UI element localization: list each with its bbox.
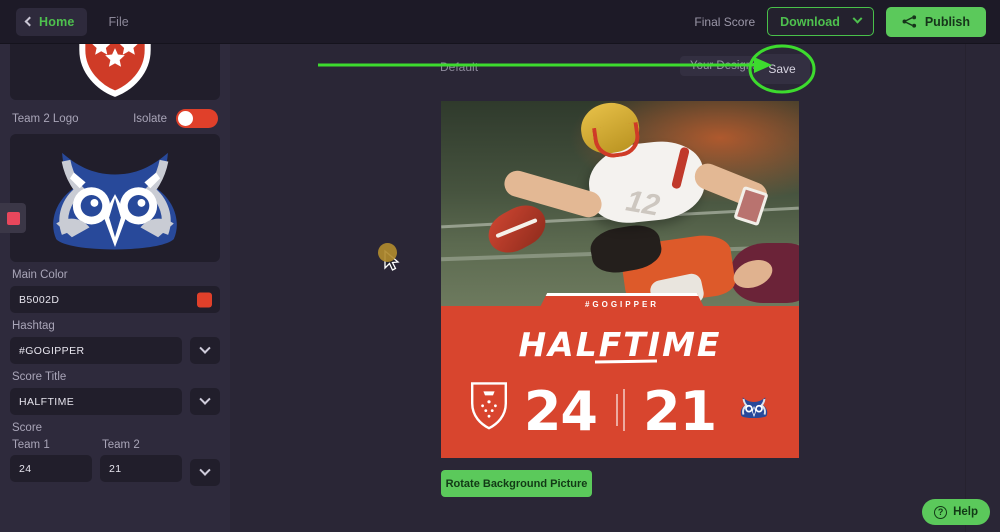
design-card[interactable]: 12 #GOGIPPER HALFTIME 24 21 [441,101,799,458]
scoreboard-panel: HALFTIME 24 21 [441,307,799,458]
team2-score-input[interactable]: 21 [100,455,182,482]
top-bar: Home File Final Score Download Publish [0,0,1000,44]
graphic-score-title: HALFTIME [441,325,799,364]
home-button-label: Home [39,14,75,29]
hashtag-label: Hashtag [12,320,55,332]
team2-score-column: Team 2 21 [100,439,182,486]
chevron-down-icon [199,342,211,354]
isolate-toggle-knob [178,111,193,126]
score-title-input[interactable]: HALFTIME [10,388,182,415]
blue-owl-head-icon [53,152,177,250]
score-title-value: HALFTIME [19,395,75,408]
hashtag-banner-line [545,293,699,296]
chevron-left-icon [24,16,35,27]
file-menu[interactable]: File [109,15,129,29]
download-button-label: Download [780,14,840,29]
chevron-down-icon[interactable] [852,13,863,24]
main-color-value: B5002D [19,293,60,306]
hashtag-input[interactable]: #GOGIPPER [10,337,182,364]
score-dropdown-button[interactable] [190,459,220,486]
score-dropdown-wrap [190,439,220,486]
team2-logo-label: Team 2 Logo [12,112,79,125]
share-icon [902,15,916,28]
home-button[interactable]: Home [16,7,87,36]
edge-color-swatch [6,211,20,225]
team1-score-column: Team 1 24 [10,439,92,486]
help-button-label: Help [953,506,978,518]
red-shield-with-stars-icon [79,44,151,97]
score-divider [597,388,643,431]
hashtag-row: #GOGIPPER [10,337,220,364]
main-color-swatch[interactable] [197,292,212,307]
main-color-input[interactable]: B5002D [10,286,220,313]
final-score-label: Final Score [694,14,756,29]
team2-label: Team 2 [102,439,140,451]
canvas-header: Default Your Designs Save [230,44,965,90]
team1-label: Team 1 [12,439,50,451]
right-panel-strip [965,44,1000,532]
graphic-team2-logo [740,397,768,419]
team1-logo-preview[interactable] [10,44,220,100]
hashtag-dropdown-button[interactable] [190,337,220,364]
left-sidebar[interactable]: Team 2 Logo Isolate Main Color B5002D Ha… [0,44,230,532]
divider-bar [615,393,618,426]
download-button[interactable]: Download [767,7,874,36]
score-columns: Team 1 24 Team 2 21 [10,439,220,486]
isolate-control: Isolate [133,109,218,128]
team2-logo-header: Team 2 Logo Isolate [12,109,218,128]
graphic-hashtag: #GOGIPPER [584,300,660,309]
question-mark-icon: ? [934,505,948,519]
score-title-label: Score Title [12,371,67,383]
hashtag-banner: #GOGIPPER [537,293,707,313]
publish-button-label: Publish [924,14,970,29]
score-title-dropdown-button[interactable] [190,388,220,415]
graphic-team2-score: 21 [643,380,717,443]
isolate-label: Isolate [133,112,167,125]
isolate-toggle[interactable] [176,109,218,128]
default-design-label: Default [440,60,479,74]
edge-color-chip[interactable] [0,203,26,233]
divider-bar [622,388,625,431]
team1-score-value: 24 [19,462,32,475]
chevron-down-icon [199,464,211,476]
score-section-label: Score [12,422,43,434]
hashtag-value: #GOGIPPER [19,344,85,357]
save-button[interactable]: Save [754,54,810,84]
team2-score-value: 21 [109,462,122,475]
background-photo[interactable]: 12 [441,101,799,306]
graphic-score-title-text: HALFTIME [518,325,722,364]
jersey-number: 12 [623,184,663,223]
sidebar-scroll-content: Team 2 Logo Isolate Main Color B5002D Ha… [0,44,230,486]
canvas-area: Default Your Designs Save 12 #GOGIPPER H… [230,44,965,532]
team1-score-input[interactable]: 24 [10,455,92,482]
publish-button[interactable]: Publish [885,6,986,37]
main-color-label: Main Color [12,269,68,281]
top-bar-actions: Final Score Download Publish [694,6,1000,37]
help-button[interactable]: ? Help [922,499,990,525]
score-title-row: HALFTIME [10,388,220,415]
rotate-background-picture-button[interactable]: Rotate Background Picture [441,470,592,497]
graphic-team1-score: 24 [523,380,598,443]
team2-logo-preview[interactable] [10,134,220,262]
chevron-down-icon [199,393,211,405]
